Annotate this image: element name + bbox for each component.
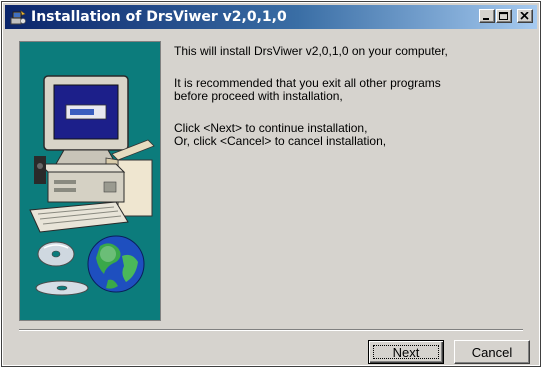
instruction-text: Click <Next> to continue installation, O… bbox=[174, 121, 387, 148]
installer-window: Installation of DrsViwer v2,0,1,0 This w… bbox=[1, 1, 541, 367]
footer-separator bbox=[19, 329, 523, 331]
installer-icon bbox=[10, 9, 26, 25]
minimize-icon[interactable] bbox=[479, 9, 495, 23]
next-button[interactable]: Next bbox=[368, 340, 444, 364]
maximize-icon[interactable] bbox=[496, 9, 512, 23]
cancel-button[interactable]: Cancel bbox=[454, 340, 530, 364]
setup-illustration-panel bbox=[19, 41, 161, 321]
computer-illustration bbox=[29, 75, 155, 296]
install-intro-text: This will install DrsViwer v2,0,1,0 on y… bbox=[174, 44, 448, 58]
window-controls bbox=[479, 9, 533, 23]
window-title: Installation of DrsViwer v2,0,1,0 bbox=[31, 9, 287, 25]
focus-rectangle bbox=[373, 345, 439, 359]
title-bar[interactable]: Installation of DrsViwer v2,0,1,0 bbox=[5, 5, 537, 29]
close-icon[interactable] bbox=[517, 9, 533, 23]
install-message: This will install DrsViwer v2,0,1,0 on y… bbox=[174, 45, 524, 167]
recommendation-text: It is recommended that you exit all othe… bbox=[174, 76, 441, 103]
